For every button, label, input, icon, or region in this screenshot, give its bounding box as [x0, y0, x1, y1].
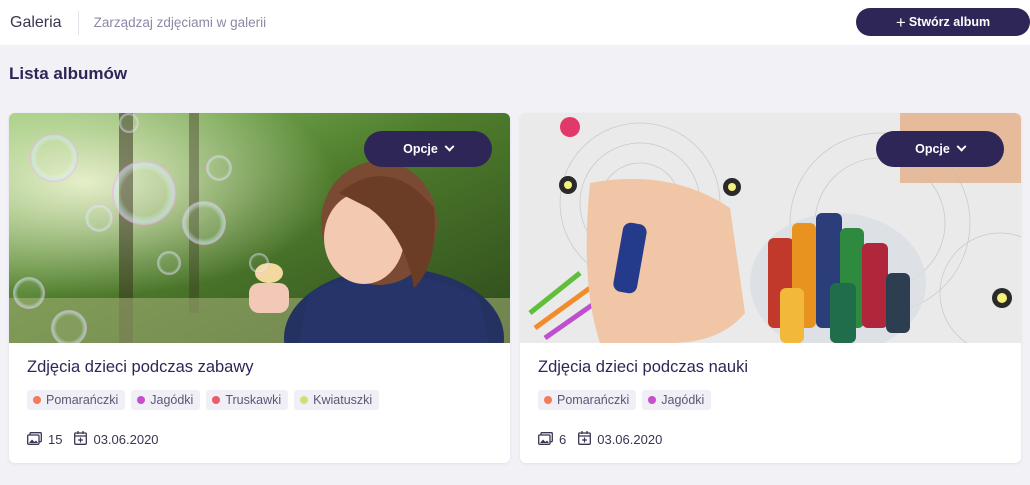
- tag-label: Pomarańczki: [46, 393, 119, 407]
- tag-color-dot: [33, 396, 41, 404]
- create-album-button[interactable]: + Stwórz album: [856, 8, 1030, 36]
- chevron-down-icon: [444, 141, 455, 152]
- calendar-icon: [578, 431, 592, 448]
- tag-color-dot: [544, 396, 552, 404]
- album-title[interactable]: Zdjęcia dzieci podczas zabawy: [27, 358, 254, 377]
- tag-label: Pomarańczki: [557, 393, 630, 407]
- album-card[interactable]: Opcje Zdjęcia dzieci podczas zabawy Poma…: [9, 113, 510, 463]
- tag-color-dot: [137, 396, 146, 404]
- create-album-label: Stwórz album: [908, 15, 991, 29]
- top-bar: Galeria Zarządzaj zdjęciami w galerii + …: [0, 0, 1030, 45]
- album-card[interactable]: Opcje Zdjęcia dzieci podczas nauki Pomar…: [520, 113, 1021, 463]
- photo-count: 6: [559, 432, 567, 447]
- album-title[interactable]: Zdjęcia dzieci podczas nauki: [538, 358, 748, 377]
- images-icon: [538, 431, 553, 448]
- tag: Jagódki: [642, 390, 712, 410]
- plus-icon: +: [895, 12, 906, 32]
- tag: Jagódki: [131, 390, 201, 410]
- tag: Pomarańczki: [27, 390, 126, 410]
- options-label: Opcje: [403, 142, 438, 156]
- page-title: Galeria: [10, 10, 79, 35]
- album-date: 03.06.2020: [597, 432, 663, 447]
- photo-count: 15: [48, 432, 63, 447]
- tag-label: Truskawki: [225, 393, 282, 407]
- tag-label: Jagódki: [150, 393, 194, 407]
- options-label: Opcje: [915, 142, 950, 156]
- tag-color-dot: [300, 396, 309, 404]
- tag: Kwiatuszki: [294, 390, 380, 410]
- chevron-down-icon: [956, 141, 967, 152]
- images-icon: [27, 431, 42, 448]
- album-date: 03.06.2020: [93, 432, 159, 447]
- page-subtitle: Zarządzaj zdjęciami w galerii: [93, 15, 267, 30]
- calendar-icon: [74, 431, 88, 448]
- album-cover-image[interactable]: Opcje: [520, 113, 1021, 343]
- tag-list: Pomarańczki Jagódki Truskawki Kwiatuszki: [27, 390, 380, 410]
- options-button[interactable]: Opcje: [364, 131, 492, 167]
- album-cover-image[interactable]: Opcje: [9, 113, 510, 343]
- options-button[interactable]: Opcje: [876, 131, 1004, 167]
- tag-label: Jagódki: [661, 393, 705, 407]
- tag-label: Kwiatuszki: [313, 393, 373, 407]
- album-meta: 6 03.06.2020: [538, 431, 662, 448]
- tag: Pomarańczki: [538, 390, 637, 410]
- album-meta: 15 03.06.2020: [27, 431, 159, 448]
- tag-list: Pomarańczki Jagódki: [538, 390, 712, 410]
- section-title: Lista albumów: [9, 64, 128, 83]
- tag-color-dot: [648, 396, 657, 404]
- tag-color-dot: [212, 396, 221, 404]
- tag: Truskawki: [206, 390, 289, 410]
